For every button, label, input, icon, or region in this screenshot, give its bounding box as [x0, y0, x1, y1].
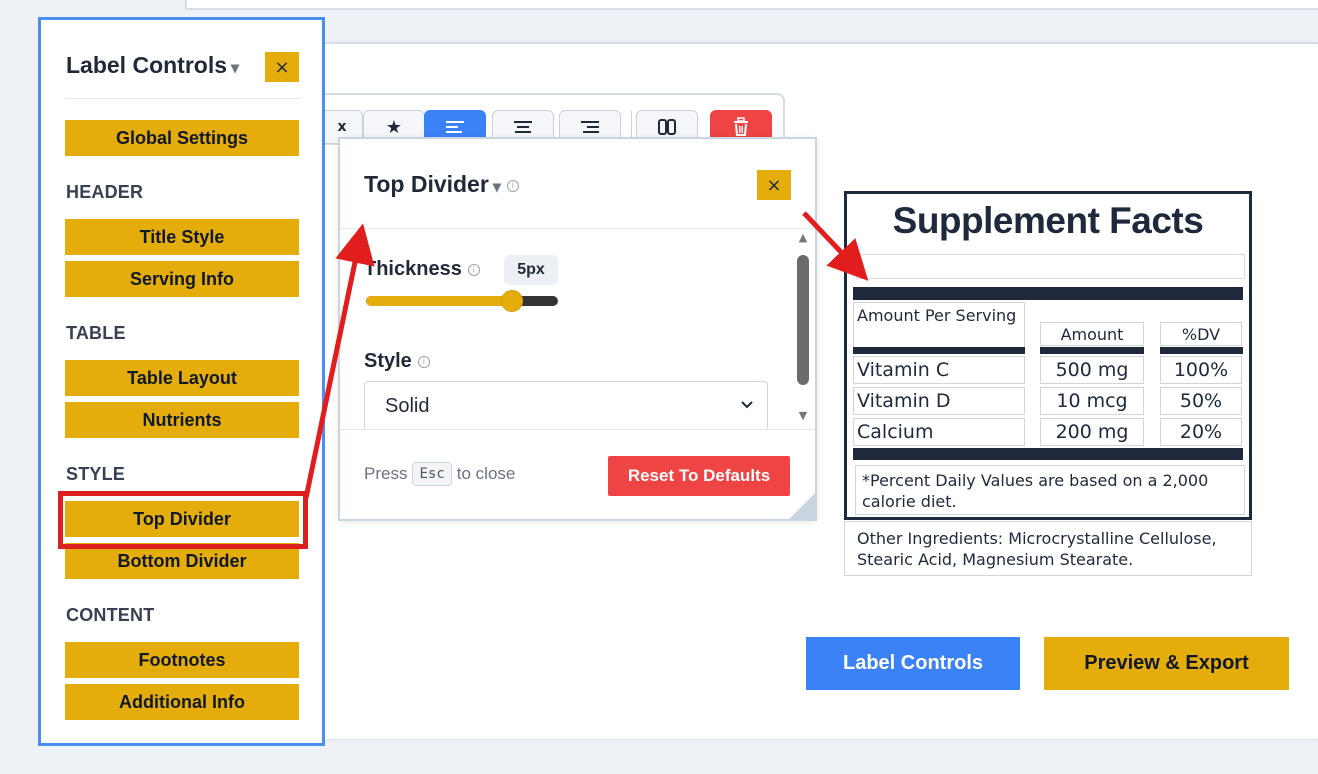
popup-title-text: Top Divider — [364, 171, 489, 197]
table-row-amount: 10 mcg — [1040, 387, 1144, 415]
popup-scrollbar[interactable]: ▲ ▼ — [796, 231, 810, 423]
header-bar — [853, 347, 1025, 354]
table-row-dv: 100% — [1160, 356, 1242, 384]
table-row-name: Vitamin D — [853, 387, 1025, 415]
serving-info-button[interactable]: Serving Info — [65, 261, 299, 297]
divider — [66, 98, 300, 99]
info-icon[interactable]: i — [467, 263, 480, 276]
footnotes-button[interactable]: Footnotes — [65, 642, 299, 678]
other-ingredients: Other Ingredients: Microcrystalline Cell… — [844, 521, 1252, 576]
supplement-label-preview: Supplement Facts Amount Per Serving Amou… — [844, 191, 1252, 520]
section-heading-header: HEADER — [66, 182, 144, 202]
scroll-up-icon[interactable]: ▲ — [796, 231, 810, 244]
top-divider-popup: Top Divider ▾ i × Thickness i 5px Style i So… — [338, 137, 817, 521]
to-close-text: to close — [456, 464, 516, 483]
label-controls-button[interactable]: Label Controls — [806, 637, 1020, 690]
header-bar — [1040, 347, 1144, 354]
divider — [340, 228, 815, 229]
section-heading-style: STYLE — [66, 464, 126, 484]
header-bar — [1160, 347, 1243, 354]
resize-handle[interactable] — [789, 493, 815, 519]
scroll-thumb[interactable] — [797, 255, 809, 385]
popup-footer: Press Esc to close Reset To Defaults — [340, 429, 815, 519]
top-panel-edge — [185, 0, 1318, 10]
table-row-dv: 20% — [1160, 418, 1242, 446]
style-select[interactable]: Solid — [364, 381, 768, 431]
style-label-text: Style — [364, 350, 412, 372]
label-title: Supplement Facts — [892, 200, 1204, 241]
slider-thumb[interactable] — [500, 290, 523, 312]
additional-info-button[interactable]: Additional Info — [65, 684, 299, 720]
star-icon: ★ — [385, 116, 403, 138]
scroll-down-icon[interactable]: ▼ — [796, 409, 810, 422]
global-settings-button[interactable]: Global Settings — [65, 120, 299, 156]
toolbar-partial-label: x — [337, 119, 347, 135]
style-label: Style i — [364, 350, 430, 373]
table-layout-button[interactable]: Table Layout — [65, 360, 299, 396]
thickness-slider[interactable] — [366, 296, 558, 306]
esc-hint: Press Esc to close — [364, 462, 515, 486]
reset-defaults-button[interactable]: Reset To Defaults — [608, 456, 790, 496]
serving-info-row — [856, 254, 1245, 279]
table-row-dv: 50% — [1160, 387, 1242, 415]
columns-icon — [658, 119, 676, 135]
table-row-amount: 500 mg — [1040, 356, 1144, 384]
label-footnote: *Percent Daily Values are based on a 2,0… — [855, 465, 1245, 515]
chevron-down-icon[interactable]: ▾ — [231, 60, 239, 77]
thickness-label-text: Thickness — [364, 258, 462, 280]
panel-title: Label Controls ▾ — [66, 52, 239, 79]
section-heading-content: CONTENT — [66, 605, 155, 625]
info-icon[interactable]: i — [417, 355, 430, 368]
thickness-value-badge: 5px — [504, 255, 558, 285]
close-button[interactable]: × — [265, 52, 299, 82]
press-text: Press — [364, 464, 408, 483]
table-row-name: Calcium — [853, 418, 1025, 446]
preview-export-button[interactable]: Preview & Export — [1044, 637, 1289, 690]
close-icon: × — [766, 174, 782, 196]
panel-title-text: Label Controls — [66, 52, 228, 78]
style-select-value: Solid — [385, 394, 430, 417]
section-heading-table: TABLE — [66, 323, 126, 343]
popup-title: Top Divider ▾ i — [364, 171, 519, 198]
header-name-cell: Amount Per Serving — [853, 302, 1025, 348]
label-controls-panel: Label Controls ▾ × Global Settings HEADER… — [38, 17, 325, 746]
header-dv-cell: %DV — [1160, 322, 1242, 346]
align-right-icon — [581, 121, 599, 133]
selection-highlight — [58, 491, 308, 549]
info-icon[interactable]: i — [506, 179, 519, 192]
bottom-divider-bar — [853, 448, 1243, 460]
title-style-button[interactable]: Title Style — [65, 219, 299, 255]
header-amount-cell: Amount — [1040, 322, 1144, 346]
chevron-down-icon[interactable]: ▾ — [493, 179, 501, 196]
table-row-amount: 200 mg — [1040, 418, 1144, 446]
slider-fill — [366, 296, 512, 306]
trash-icon — [734, 117, 748, 136]
esc-key: Esc — [412, 462, 452, 486]
align-left-icon — [446, 121, 464, 133]
thickness-label: Thickness i — [364, 258, 480, 281]
table-row-name: Vitamin C — [853, 356, 1025, 384]
close-icon: × — [274, 56, 290, 78]
chevron-down-icon — [741, 401, 753, 409]
top-divider-bar — [853, 287, 1243, 300]
align-center-icon — [514, 121, 532, 133]
popup-close-button[interactable]: × — [757, 170, 791, 200]
nutrients-button[interactable]: Nutrients — [65, 402, 299, 438]
